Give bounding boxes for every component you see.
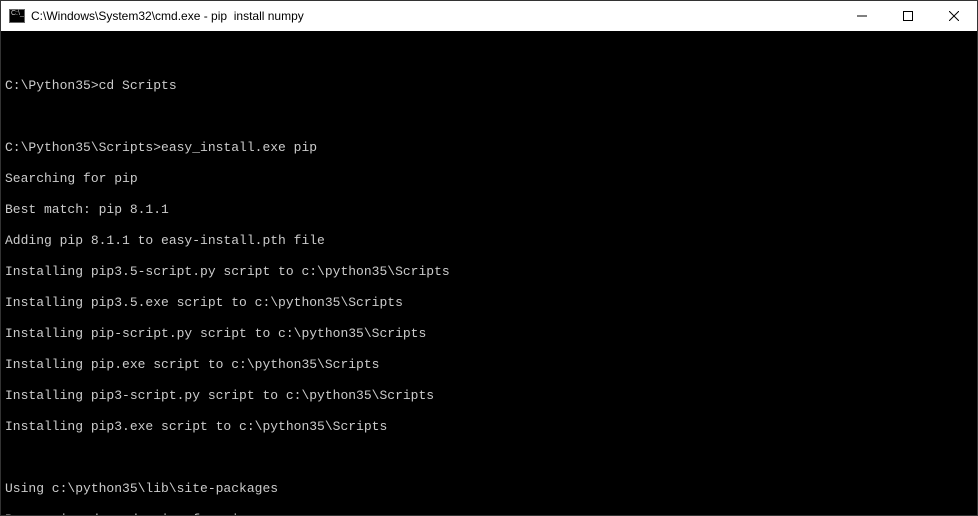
terminal-line: C:\Python35>cd Scripts bbox=[5, 78, 973, 94]
titlebar[interactable]: C:\Windows\System32\cmd.exe - pip instal… bbox=[1, 1, 977, 31]
terminal-line: Searching for pip bbox=[5, 171, 973, 187]
terminal-line: Installing pip3.5-script.py script to c:… bbox=[5, 264, 973, 280]
window-controls bbox=[839, 1, 977, 31]
terminal-line: Processing dependencies for pip bbox=[5, 512, 973, 516]
terminal-line: Using c:\python35\lib\site-packages bbox=[5, 481, 973, 497]
titlebar-left: C:\Windows\System32\cmd.exe - pip instal… bbox=[1, 9, 304, 23]
terminal-line: Installing pip3.5.exe script to c:\pytho… bbox=[5, 295, 973, 311]
cmd-icon bbox=[9, 9, 25, 23]
terminal-line bbox=[5, 450, 973, 466]
maximize-button[interactable] bbox=[885, 1, 931, 31]
minimize-button[interactable] bbox=[839, 1, 885, 31]
terminal-line: Adding pip 8.1.1 to easy-install.pth fil… bbox=[5, 233, 973, 249]
terminal-line: Installing pip3-script.py script to c:\p… bbox=[5, 388, 973, 404]
terminal-line bbox=[5, 109, 973, 125]
terminal-line: Installing pip-script.py script to c:\py… bbox=[5, 326, 973, 342]
terminal-line: C:\Python35\Scripts>easy_install.exe pip bbox=[5, 140, 973, 156]
window-title: C:\Windows\System32\cmd.exe - pip instal… bbox=[31, 9, 304, 23]
close-button[interactable] bbox=[931, 1, 977, 31]
terminal-line: Installing pip3.exe script to c:\python3… bbox=[5, 419, 973, 435]
terminal-line: Installing pip.exe script to c:\python35… bbox=[5, 357, 973, 373]
terminal-line bbox=[5, 47, 973, 63]
terminal-line: Best match: pip 8.1.1 bbox=[5, 202, 973, 218]
terminal-output[interactable]: C:\Python35>cd Scripts C:\Python35\Scrip… bbox=[1, 31, 977, 515]
